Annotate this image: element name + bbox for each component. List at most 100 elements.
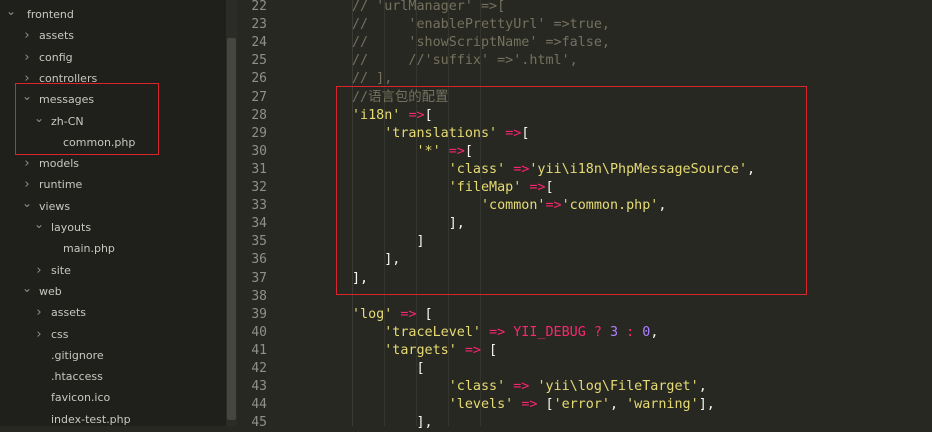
line-number: 45 <box>251 415 267 431</box>
chevron-right-icon[interactable]: › <box>22 153 32 174</box>
tree-file-item[interactable]: favicon.ico <box>0 387 226 408</box>
chevron-right-icon[interactable]: › <box>34 324 44 345</box>
tree-item-label: web <box>39 284 62 298</box>
line-number: 22 <box>251 0 267 14</box>
code-token: // 'urlManager' =>[ <box>352 0 506 14</box>
code-line[interactable]: 'traceLevel' => YII_DEBUG ? 3 : 0, <box>352 324 658 342</box>
line-number: 32 <box>251 180 267 195</box>
code-token: => <box>400 306 417 322</box>
tree-folder-item[interactable]: › css <box>0 324 226 345</box>
tree-item-label: assets <box>39 29 75 43</box>
code-token: 'error' <box>553 397 610 413</box>
line-number: 42 <box>251 361 267 376</box>
tree-item-label: layouts <box>51 221 92 234</box>
code-token: => <box>489 324 506 340</box>
line-number: 35 <box>251 234 267 250</box>
code-token: => <box>521 397 538 413</box>
code-token: ], <box>698 397 715 413</box>
line-number: 43 <box>251 379 267 395</box>
code-token: [ <box>537 397 554 413</box>
chevron-right-icon[interactable]: › <box>22 25 32 46</box>
chevron-right-icon[interactable]: › <box>22 47 32 68</box>
tree-item-label: runtime <box>39 178 83 192</box>
chevron-right-icon[interactable]: › <box>22 174 32 195</box>
code-token: 'class' <box>448 379 506 395</box>
tree-folder-item[interactable]: ⌄ web <box>0 281 226 302</box>
code-line[interactable]: ], <box>352 414 433 432</box>
chevron-down-icon[interactable]: ⌄ <box>34 217 44 231</box>
chevron-down-icon[interactable]: ⌄ <box>6 4 16 18</box>
code-token: [ <box>352 361 425 376</box>
code-token: , <box>650 324 659 340</box>
tree-item-label: models <box>39 157 79 171</box>
line-number: 25 <box>251 53 267 69</box>
chevron-down-icon[interactable]: ⌄ <box>22 281 32 295</box>
code-line[interactable]: 'class' => 'yii\log\FileTarget', <box>352 378 707 396</box>
line-number: 27 <box>251 89 267 105</box>
code-highlight-box <box>336 86 807 295</box>
code-token: YII_DEBUG <box>513 324 586 340</box>
tree-file-item[interactable]: main.php <box>0 238 226 259</box>
code-line[interactable]: // 'enablePrettyUrl' =>true, <box>352 16 610 34</box>
tree-folder-item[interactable]: › config <box>0 47 226 68</box>
line-number: 39 <box>251 306 267 322</box>
tree-file-item[interactable]: .gitignore <box>0 345 226 366</box>
tree-file-item[interactable]: index-test.php <box>0 409 226 426</box>
tree-folder-item[interactable]: › assets <box>0 25 226 46</box>
line-number: 38 <box>251 288 267 304</box>
tree-folder-item[interactable]: ⌄ views <box>0 196 226 217</box>
tree-folder-item[interactable]: ⌄ frontend <box>0 4 226 25</box>
line-number: 36 <box>251 252 267 268</box>
code-token: : <box>626 324 635 340</box>
tree-folder-item[interactable]: › models <box>0 153 226 174</box>
file-tree-sidebar: ⌄ frontend › assets › config › controllers ⌄ mess… <box>0 0 226 426</box>
tree-item-label: favicon.ico <box>51 391 111 405</box>
code-token: // 'enablePrettyUrl' =>true, <box>352 17 610 33</box>
tree-item-label: index-test.php <box>51 412 131 426</box>
code-token: ? <box>593 324 602 340</box>
tree-item-label: css <box>51 327 69 341</box>
code-line[interactable]: [ <box>352 360 425 378</box>
code-token: 'warning' <box>626 397 699 413</box>
code-token: ], <box>352 415 433 431</box>
tree-item-label: main.php <box>63 242 115 256</box>
code-line[interactable]: // //'suffix' =>'.html', <box>352 52 578 70</box>
tree-folder-item[interactable]: › runtime <box>0 174 226 195</box>
line-number: 41 <box>251 342 267 358</box>
code-token: 'yii\log\FileTarget' <box>537 379 699 395</box>
line-number: 23 <box>251 17 267 33</box>
line-number: 40 <box>251 324 267 340</box>
tree-item-label: config <box>39 50 73 64</box>
sidebar-scrollbar-thumb[interactable] <box>227 38 236 420</box>
tree-item-label: site <box>51 263 71 277</box>
chevron-right-icon[interactable]: › <box>34 302 44 323</box>
code-line[interactable]: // 'showScriptName' =>false, <box>352 34 610 52</box>
chevron-down-icon[interactable]: ⌄ <box>22 196 32 210</box>
line-number-gutter: 22 23 24 25 26 27 28 29 30 31 32 33 34 35 36 37 38 39 40 41… <box>237 0 285 430</box>
code-token: , <box>698 379 707 395</box>
code-token: => <box>513 379 530 395</box>
code-line[interactable]: 'targets' => [ <box>352 342 497 360</box>
code-token: => <box>464 342 481 358</box>
tree-folder-item[interactable]: › site <box>0 260 226 281</box>
tree-folder-item[interactable]: › assets <box>0 302 226 323</box>
line-number: 33 <box>251 198 267 214</box>
code-token: 'traceLevel' <box>384 324 481 340</box>
code-line[interactable]: 'levels' => ['error', 'warning'], <box>352 396 715 414</box>
tree-folder-item[interactable]: ⌄ layouts <box>0 217 226 238</box>
code-line[interactable]: // 'urlManager' =>[ <box>352 0 505 16</box>
line-number: 37 <box>251 270 267 286</box>
code-token: 'log' <box>352 306 393 322</box>
code-token: [ <box>416 306 433 322</box>
code-line[interactable]: 'log' => [ <box>352 306 433 324</box>
line-number: 34 <box>251 216 267 232</box>
code-token: 'levels' <box>448 397 514 413</box>
code-token: [ <box>481 342 498 358</box>
tree-file-item[interactable]: .htaccess <box>0 366 226 387</box>
line-number: 24 <box>251 35 267 51</box>
chevron-right-icon[interactable]: › <box>34 260 44 281</box>
